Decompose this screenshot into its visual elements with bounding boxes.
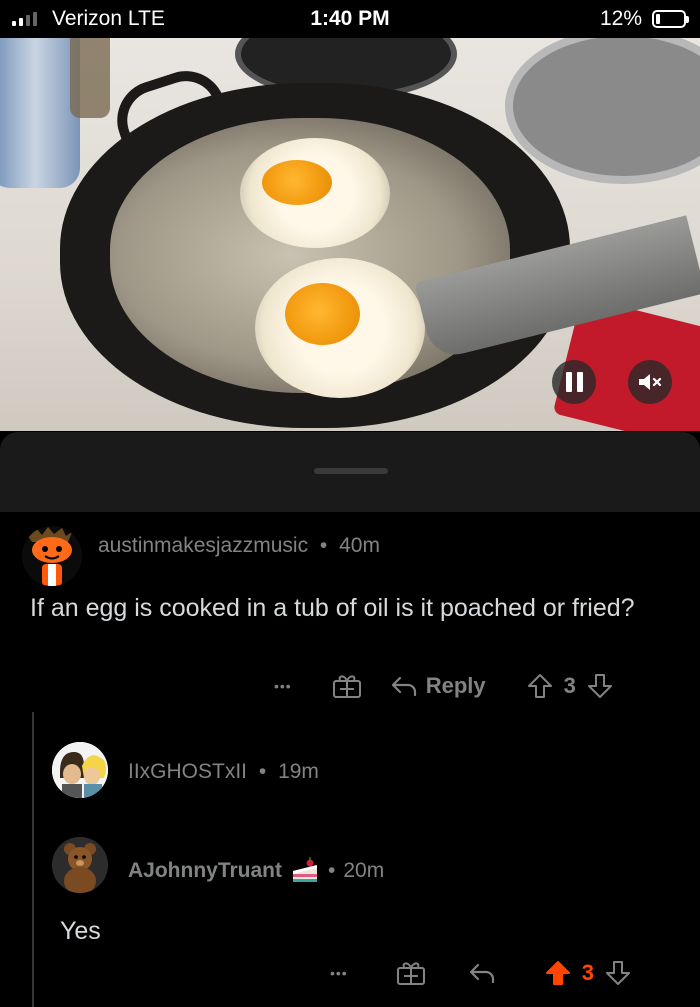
comment-actions: ••• 3	[330, 959, 632, 987]
award-button[interactable]	[396, 960, 426, 986]
comment-actions: ••• Reply 3	[274, 672, 614, 700]
award-button[interactable]	[332, 673, 362, 699]
video-player[interactable]	[0, 38, 700, 431]
upvote-arrow-icon	[527, 674, 552, 698]
vote-score: 3	[581, 960, 594, 985]
separator: •	[328, 859, 336, 882]
comments-list: austinmakesjazzmusic • 40m If an egg is …	[0, 512, 700, 1007]
reply-button[interactable]: Reply	[390, 673, 486, 699]
avatar[interactable]	[52, 837, 108, 893]
upvote-button[interactable]	[544, 959, 572, 987]
reply-label: Reply	[425, 673, 486, 698]
downvote-arrow-icon	[605, 961, 630, 985]
battery-icon	[652, 10, 689, 28]
reply-icon	[469, 963, 494, 984]
mute-button[interactable]	[628, 360, 672, 404]
drag-handle[interactable]	[314, 468, 388, 474]
battery-percent: 12%	[599, 7, 642, 30]
cake-day-icon	[293, 857, 318, 882]
avatar[interactable]	[22, 526, 82, 586]
downvote-button[interactable]	[586, 672, 614, 700]
more-options-button[interactable]: •••	[330, 965, 348, 981]
upvote-arrow-icon	[545, 961, 570, 985]
timestamp: 19m	[278, 760, 319, 783]
comment-body: Yes	[60, 917, 101, 945]
snoo-avatar-icon	[22, 526, 82, 586]
more-options-button[interactable]: •••	[274, 678, 292, 694]
downvote-button[interactable]	[604, 959, 632, 987]
comment-meta[interactable]: IIxGHOSTxII • 19m	[128, 760, 319, 784]
upvote-button[interactable]	[526, 672, 554, 700]
username[interactable]: austinmakesjazzmusic	[98, 534, 308, 557]
comments-sheet-header[interactable]	[0, 432, 700, 512]
video-frame	[0, 38, 700, 431]
separator: •	[319, 534, 328, 557]
vote-score: 3	[563, 673, 576, 698]
reply-button[interactable]	[468, 962, 496, 984]
gift-icon	[396, 962, 425, 985]
avatar[interactable]	[52, 742, 108, 798]
timestamp: 40m	[339, 534, 380, 557]
teddy-bear-avatar-icon	[52, 837, 108, 893]
gift-icon	[332, 675, 361, 698]
separator: •	[258, 760, 267, 783]
status-bar: Verizon LTE 1:40 PM 12%	[0, 0, 700, 38]
username[interactable]: AJohnnyTruant	[128, 859, 282, 883]
comment-meta: austinmakesjazzmusic • 40m	[98, 534, 380, 558]
beavis-butthead-avatar-icon	[52, 742, 108, 798]
timestamp: 20m	[343, 859, 385, 882]
mute-icon	[639, 374, 662, 390]
comment-body: If an egg is cooked in a tub of oil is i…	[30, 594, 635, 622]
clock: 1:40 PM	[310, 7, 390, 30]
comment-meta: AJohnnyTruant • 20m	[128, 857, 384, 885]
pause-button[interactable]	[552, 360, 596, 404]
downvote-arrow-icon	[587, 674, 612, 698]
thread-line[interactable]	[32, 712, 34, 1007]
reply-icon	[391, 676, 416, 697]
username[interactable]: IIxGHOSTxII	[128, 760, 247, 783]
